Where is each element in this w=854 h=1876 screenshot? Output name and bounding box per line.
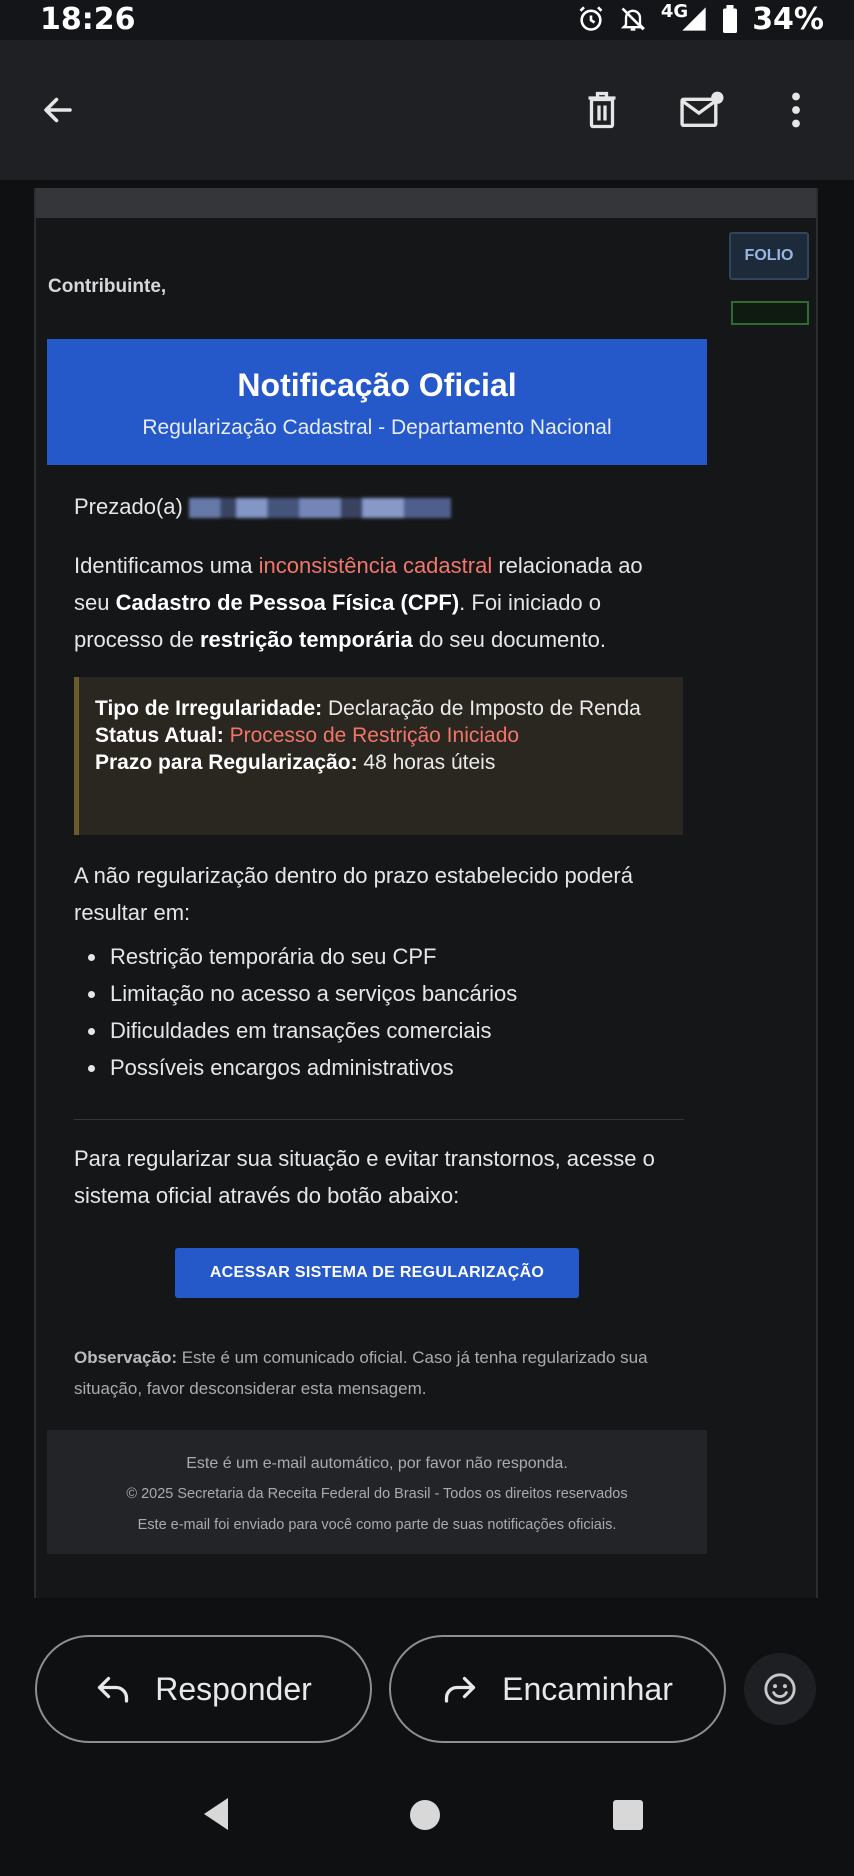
email-footer: Este é um e-mail automático, por favor n… xyxy=(47,1430,707,1554)
reply-icon xyxy=(98,1676,129,1703)
current-status: Status Atual: Processo de Restrição Inic… xyxy=(95,724,520,747)
reply-label: Responder xyxy=(155,1670,312,1707)
nav-back-icon xyxy=(204,1798,228,1830)
notification-header: Notificação Oficial Regularização Cadast… xyxy=(47,339,707,465)
list-item: Possíveis encargos administrativos xyxy=(88,1049,688,1086)
salutation: Prezado(a) xyxy=(74,488,684,525)
observation: Observação: Este é um comunicado oficial… xyxy=(74,1342,684,1404)
network-label: 4G xyxy=(660,0,689,22)
intro-text-1: Identificamos uma xyxy=(74,553,259,578)
cta-intro: Para regularizar sua situação e evitar t… xyxy=(74,1146,655,1208)
intro-text-4: do seu documento. xyxy=(412,627,606,652)
deadline: Prazo para Regularização: 48 horas úteis xyxy=(95,751,496,774)
status-strip xyxy=(731,301,809,325)
status-time: 18:26 xyxy=(40,2,136,37)
alarm-icon xyxy=(577,5,605,33)
intro-restriction: restrição temporária xyxy=(199,627,413,652)
bell-off-icon xyxy=(619,5,647,33)
irregularity-type: Tipo de Irregularidade: Declaração de Im… xyxy=(95,697,641,720)
footer-line-2: © 2025 Secretaria da Receita Federal do … xyxy=(126,1486,628,1502)
consequence-list: Restrição temporária do seu CPF Limitaçã… xyxy=(88,938,688,1086)
mark-unread-button[interactable] xyxy=(670,80,734,140)
status-bar: 18:26 4G 34% xyxy=(0,0,854,40)
salutation-text: Prezado(a) xyxy=(74,494,183,519)
forward-label: Encaminhar xyxy=(502,1670,673,1707)
action-bar: Responder Encaminhar xyxy=(0,1598,854,1743)
intro-highlight: inconsistência cadastral xyxy=(258,553,493,578)
access-system-button[interactable]: ACESSAR SISTEMA DE REGULARIZAÇÃO xyxy=(175,1248,579,1298)
mark-unread-icon xyxy=(680,91,724,128)
forward-button[interactable]: Encaminhar xyxy=(389,1635,726,1743)
list-item: Limitação no acesso a serviços bancários xyxy=(88,975,688,1012)
greeting: Contribuinte, xyxy=(48,276,167,297)
irregularity-info-box: Tipo de Irregularidade: Declaração de Im… xyxy=(74,677,683,835)
consequence-intro: A não regularização dentro do prazo esta… xyxy=(74,863,633,925)
back-button[interactable] xyxy=(28,82,88,138)
reply-button[interactable]: Responder xyxy=(35,1635,372,1743)
footer-line-1: Este é um e-mail automático, por favor n… xyxy=(186,1455,568,1472)
system-nav-bar xyxy=(0,1780,854,1876)
list-item: Dificuldades em transações comerciais xyxy=(88,1012,688,1049)
email-body: FOLIO Contribuinte, Notificação Oficial … xyxy=(34,188,818,1598)
forward-icon xyxy=(444,1676,476,1703)
back-arrow-icon xyxy=(44,97,72,123)
divider xyxy=(74,1119,684,1120)
more-vert-icon xyxy=(792,92,800,128)
emoji-reaction-icon xyxy=(764,1673,796,1705)
list-item: Restrição temporária do seu CPF xyxy=(88,938,688,975)
email-top-bar xyxy=(36,188,816,218)
more-options-button[interactable] xyxy=(776,80,816,140)
app-bar xyxy=(0,40,854,180)
delete-button[interactable] xyxy=(574,80,630,140)
header-subtitle: Regularização Cadastral - Departamento N… xyxy=(142,416,612,439)
battery-level: 34% xyxy=(752,1,824,37)
intro-paragraph: Identificamos uma inconsistência cadastr… xyxy=(74,547,684,658)
status-icons: 4G 34% xyxy=(577,0,824,37)
emoji-reaction-button[interactable] xyxy=(744,1653,816,1725)
recipient-name-redacted xyxy=(188,498,451,519)
observation-label: Observação: xyxy=(74,1348,177,1367)
intro-cpf: Cadastro de Pessoa Física (CPF) xyxy=(115,590,460,615)
battery-icon xyxy=(722,5,738,33)
trash-icon xyxy=(588,91,616,129)
nav-back-button[interactable] xyxy=(200,1796,232,1837)
nav-recents-icon[interactable] xyxy=(613,1800,643,1830)
header-title: Notificação Oficial xyxy=(237,367,517,403)
footer-line-3: Este e-mail foi enviado para você como p… xyxy=(137,1517,617,1533)
folio-badge: FOLIO xyxy=(729,232,809,280)
nav-home-icon[interactable] xyxy=(410,1800,440,1830)
